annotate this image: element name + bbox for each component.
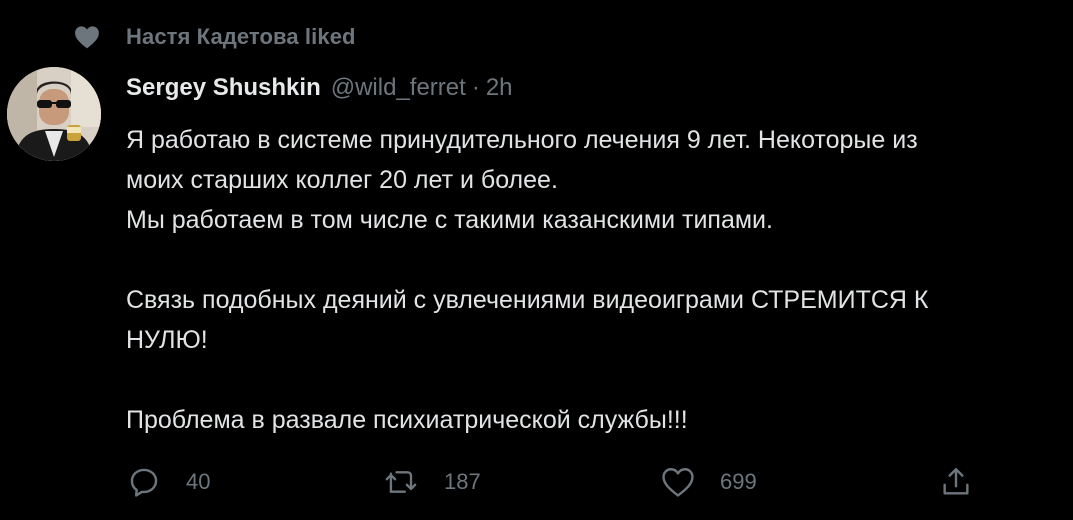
retweet-icon[interactable] [384,464,420,500]
social-context-text[interactable]: Настя Кадетова liked [126,24,356,50]
tweet-line: Проблема в развале психиатрической служб… [126,406,688,434]
tweet-line: НУЛЮ! [126,326,208,354]
tweet-actions: 40 187 699 [126,462,1071,502]
reply-count: 40 [186,469,211,494]
tweet-line: Мы работаем в том числе с такими казанск… [126,206,773,234]
share-icon[interactable] [938,464,974,500]
share-button[interactable] [938,462,974,502]
like-count: 699 [720,469,757,494]
tweet-text: Я работаю в системе принудительного лече… [126,120,1071,440]
reply-icon[interactable] [126,464,162,500]
author-name[interactable]: Sergey Shushkin [126,74,321,102]
social-context[interactable]: Настя Кадетова liked [72,22,356,52]
tweet-header: Sergey Shushkin @wild_ferret · 2h [126,74,513,108]
author-handle[interactable]: @wild_ferret [331,74,466,102]
like-button[interactable]: 699 [660,462,757,502]
tweet-time[interactable]: 2h [486,74,513,102]
like-icon[interactable] [660,464,696,500]
avatar[interactable] [7,67,101,161]
separator-dot: · [471,74,480,101]
retweet-button[interactable]: 187 [384,462,481,502]
heart-icon [72,22,102,52]
tweet-line: моих старших коллег 20 лет и более. [126,166,558,194]
tweet-line: Я работаю в системе принудительного лече… [126,126,918,154]
tweet-line: Связь подобных деяний с увлечениями виде… [126,286,929,314]
retweet-count: 187 [444,469,481,494]
reply-button[interactable]: 40 [126,462,210,502]
